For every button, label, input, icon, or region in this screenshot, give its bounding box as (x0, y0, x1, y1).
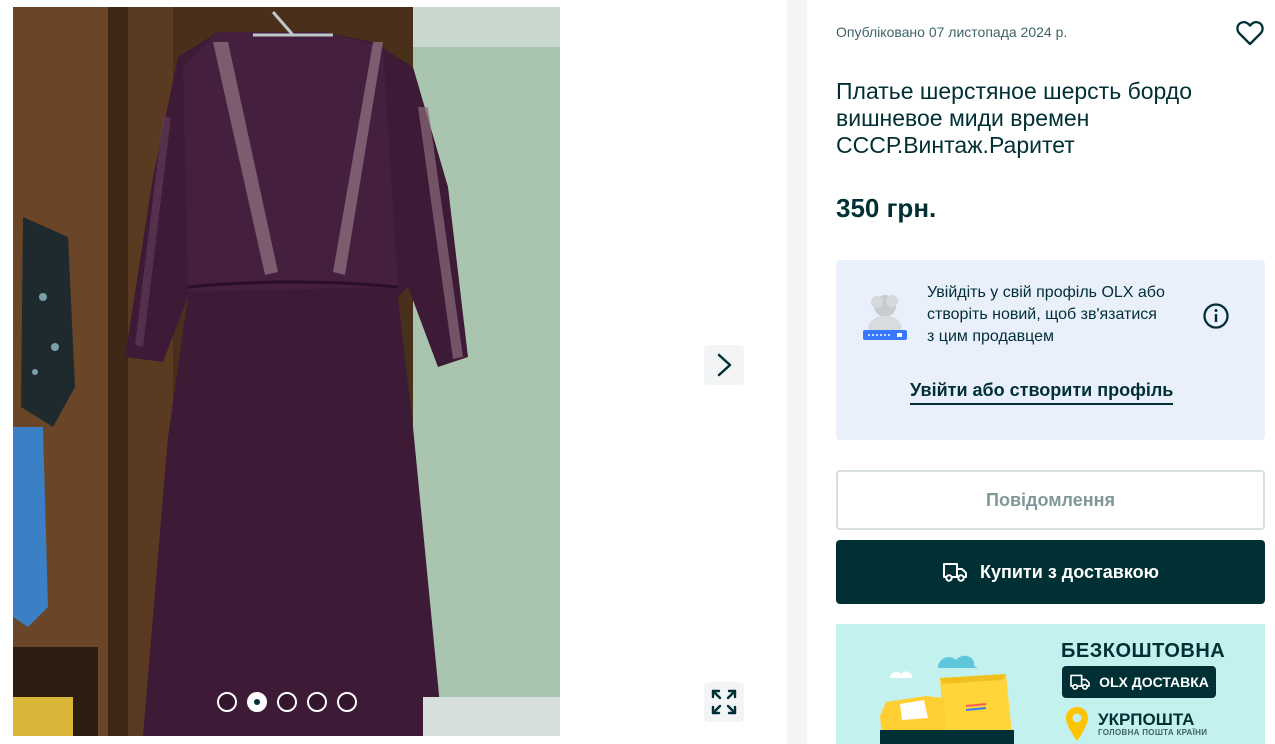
ukrposhta-pin-icon (1066, 707, 1088, 741)
slide-indicators (217, 692, 357, 712)
favorite-button[interactable] (1235, 18, 1265, 48)
heart-icon (1236, 20, 1264, 46)
photo-gallery (0, 0, 787, 744)
message-button[interactable]: Повідомлення (836, 470, 1265, 530)
slide-dot-4[interactable] (307, 692, 327, 712)
next-photo-button[interactable] (704, 345, 744, 385)
message-button-label: Повідомлення (986, 489, 1115, 510)
fullscreen-button[interactable] (704, 682, 744, 722)
banner-free-label: БЕЗКОШТОВНА (1061, 640, 1226, 662)
delivery-truck-illustration (880, 655, 1014, 744)
dress-photo-illustration (13, 7, 560, 736)
truck-icon (943, 563, 967, 582)
ad-title: Платье шерстяное шерсть бордо вишневое м… (836, 78, 1193, 158)
buy-button-label: Купити з доставкою (980, 561, 1159, 582)
login-prompt-box: Увійдіть у свій профіль OLX або створіть… (836, 260, 1265, 440)
ad-price: 350 грн. (836, 193, 937, 223)
truck-icon (1070, 674, 1090, 690)
login-prompt-text: Увійдіть у свій профіль OLX або створіть… (927, 284, 1165, 345)
free-delivery-banner[interactable]: БЕЗКОШТОВНА OLX ДОСТАВКА УКРПОШТА ГОЛОВН… (836, 624, 1265, 744)
info-icon[interactable] (1202, 302, 1230, 330)
olx-delivery-label: OLX ДОСТАВКА (1099, 674, 1209, 690)
slide-dot-2[interactable] (247, 692, 267, 712)
slide-dot-5[interactable] (337, 692, 357, 712)
published-date: Опубліковано 07 листопада 2024 р. (836, 24, 1068, 40)
login-or-register-link[interactable]: Увійти або створити профіль (910, 380, 1174, 405)
slide-dot-1[interactable] (217, 692, 237, 712)
olx-delivery-badge: OLX ДОСТАВКА (1062, 666, 1216, 698)
ad-details-panel: Опубліковано 07 листопада 2024 р. Платье… (807, 0, 1275, 744)
listing-photo[interactable] (13, 7, 560, 736)
buy-with-delivery-button[interactable]: Купити з доставкою (836, 540, 1265, 604)
ukrposhta-label: УКРПОШТА (1098, 710, 1195, 729)
ukrposhta-tagline: ГОЛОВНА ПОШТА КРАЇНИ (1098, 728, 1208, 737)
expand-icon (711, 689, 737, 715)
column-divider (787, 0, 807, 744)
slide-dot-3[interactable] (277, 692, 297, 712)
chevron-right-icon (717, 353, 732, 377)
locked-avatar-icon (863, 295, 907, 340)
